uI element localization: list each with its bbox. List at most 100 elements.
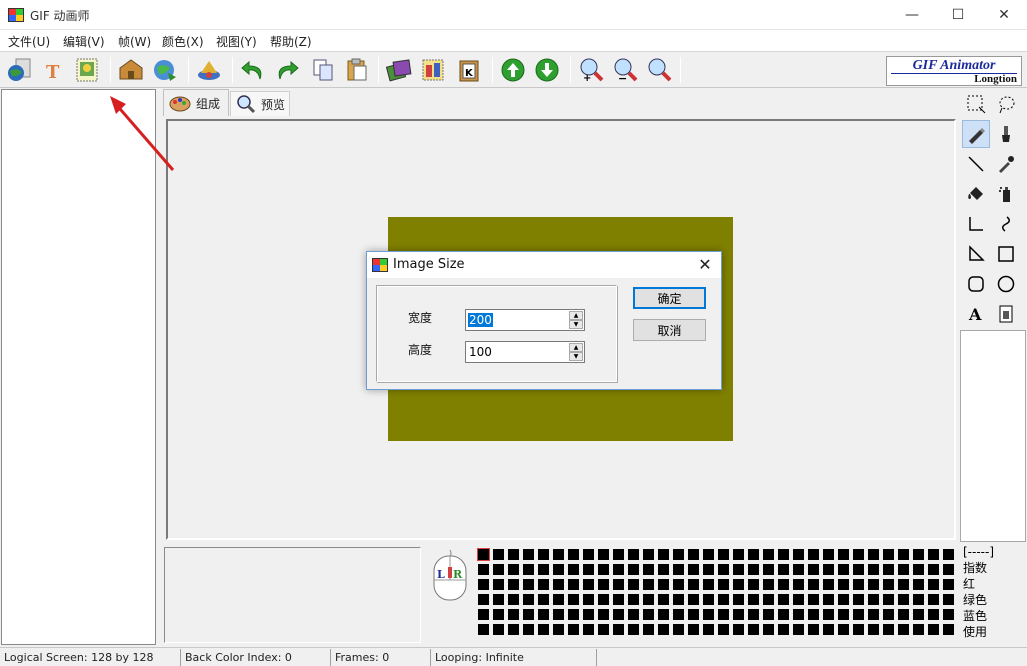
palette-swatch[interactable] xyxy=(793,549,804,560)
palette-swatch[interactable] xyxy=(943,564,954,575)
palette-swatch[interactable] xyxy=(838,549,849,560)
palette-swatch[interactable] xyxy=(913,564,924,575)
palette-swatch[interactable] xyxy=(913,609,924,620)
palette-swatch[interactable] xyxy=(553,579,564,590)
palette-swatch[interactable] xyxy=(658,624,669,635)
zoom-fit-icon[interactable] xyxy=(644,55,674,85)
palette-swatch[interactable] xyxy=(523,549,534,560)
palette-swatch[interactable] xyxy=(733,564,744,575)
palette-swatch[interactable] xyxy=(868,624,879,635)
height-down-icon[interactable]: ▼ xyxy=(569,352,583,361)
curve-icon[interactable] xyxy=(992,210,1020,238)
palette-swatch[interactable] xyxy=(853,549,864,560)
palette-swatch[interactable] xyxy=(523,579,534,590)
palette-swatch[interactable] xyxy=(898,549,909,560)
palette-swatch[interactable] xyxy=(568,609,579,620)
palette-swatch[interactable] xyxy=(838,579,849,590)
palette-swatch[interactable] xyxy=(868,549,879,560)
palette-swatch[interactable] xyxy=(808,564,819,575)
palette-swatch[interactable] xyxy=(763,609,774,620)
palette-swatch[interactable] xyxy=(538,579,549,590)
palette-swatch[interactable] xyxy=(688,624,699,635)
palette-swatch[interactable] xyxy=(493,579,504,590)
palette-swatch[interactable] xyxy=(703,564,714,575)
palette-swatch[interactable] xyxy=(598,549,609,560)
palette-swatch[interactable] xyxy=(808,609,819,620)
palette-swatch[interactable] xyxy=(583,594,594,605)
palette-swatch[interactable] xyxy=(628,594,639,605)
palette-swatch[interactable] xyxy=(718,549,729,560)
palette-swatch[interactable] xyxy=(478,624,489,635)
close-button[interactable]: ✕ xyxy=(981,0,1027,30)
palette-swatch[interactable] xyxy=(628,564,639,575)
palette-swatch[interactable] xyxy=(928,609,939,620)
palette-swatch[interactable] xyxy=(538,594,549,605)
palette-swatch[interactable] xyxy=(883,624,894,635)
palette-swatch[interactable] xyxy=(898,609,909,620)
polyline-icon[interactable] xyxy=(962,210,990,238)
menu-color[interactable]: 颜色(X) xyxy=(162,33,204,50)
tab-preview[interactable]: 预览 xyxy=(230,91,290,116)
palette-swatch[interactable] xyxy=(838,564,849,575)
palette-swatch[interactable] xyxy=(808,549,819,560)
maximize-button[interactable]: ☐ xyxy=(935,0,981,30)
palette-swatch[interactable] xyxy=(508,549,519,560)
palette-swatch[interactable] xyxy=(718,564,729,575)
palette-swatch[interactable] xyxy=(778,579,789,590)
palette-swatch[interactable] xyxy=(748,564,759,575)
palette-swatch[interactable] xyxy=(613,624,624,635)
width-down-icon[interactable]: ▼ xyxy=(569,320,583,329)
spray-can-icon[interactable] xyxy=(992,180,1020,208)
rounded-rect-icon[interactable] xyxy=(962,270,990,298)
palette-swatch[interactable] xyxy=(553,624,564,635)
palette-swatch[interactable] xyxy=(823,564,834,575)
palette-swatch[interactable] xyxy=(808,594,819,605)
palette-swatch[interactable] xyxy=(943,594,954,605)
palette-swatch[interactable] xyxy=(778,594,789,605)
image-insert-icon[interactable] xyxy=(992,300,1020,328)
palette-swatch[interactable] xyxy=(928,624,939,635)
palette-swatch[interactable] xyxy=(478,579,489,590)
height-value[interactable]: 100 xyxy=(468,345,493,359)
lasso-select-icon[interactable] xyxy=(992,90,1020,118)
palette-swatch[interactable] xyxy=(718,624,729,635)
palette-swatch[interactable] xyxy=(643,564,654,575)
palette-swatch[interactable] xyxy=(838,624,849,635)
palette-swatch[interactable] xyxy=(598,579,609,590)
open-house-icon[interactable] xyxy=(116,55,146,85)
palette-swatch[interactable] xyxy=(523,594,534,605)
cancel-button[interactable]: 取消 xyxy=(633,319,706,341)
palette-swatch[interactable] xyxy=(883,594,894,605)
palette-swatch[interactable] xyxy=(778,549,789,560)
palette-swatch[interactable] xyxy=(883,564,894,575)
palette-swatch[interactable] xyxy=(538,549,549,560)
palette-swatch[interactable] xyxy=(673,564,684,575)
menu-view[interactable]: 视图(Y) xyxy=(216,33,257,50)
palette-swatch[interactable] xyxy=(493,564,504,575)
palette-swatch[interactable] xyxy=(868,609,879,620)
palette-swatch[interactable] xyxy=(913,549,924,560)
palette-swatch[interactable] xyxy=(823,549,834,560)
pencil-icon[interactable] xyxy=(962,120,990,148)
palette-swatch[interactable] xyxy=(793,624,804,635)
palette-swatch[interactable] xyxy=(898,564,909,575)
stamp-image-icon[interactable] xyxy=(72,55,102,85)
palette-swatch[interactable] xyxy=(778,624,789,635)
zoom-out-icon[interactable]: − xyxy=(610,55,640,85)
palette-swatch[interactable] xyxy=(853,624,864,635)
palette-swatch[interactable] xyxy=(643,549,654,560)
height-up-icon[interactable]: ▲ xyxy=(569,343,583,352)
fill-bucket-icon[interactable] xyxy=(962,180,990,208)
color-palette[interactable] xyxy=(477,548,957,644)
palette-swatch[interactable] xyxy=(913,579,924,590)
palette-swatch[interactable] xyxy=(553,609,564,620)
palette-swatch[interactable] xyxy=(613,549,624,560)
palette-swatch[interactable] xyxy=(523,609,534,620)
palette-swatch[interactable] xyxy=(538,609,549,620)
palette-swatch[interactable] xyxy=(508,594,519,605)
palette-swatch[interactable] xyxy=(568,564,579,575)
palette-swatch[interactable] xyxy=(853,609,864,620)
palette-swatch[interactable] xyxy=(613,564,624,575)
palette-swatch[interactable] xyxy=(838,594,849,605)
palette-swatch[interactable] xyxy=(853,579,864,590)
